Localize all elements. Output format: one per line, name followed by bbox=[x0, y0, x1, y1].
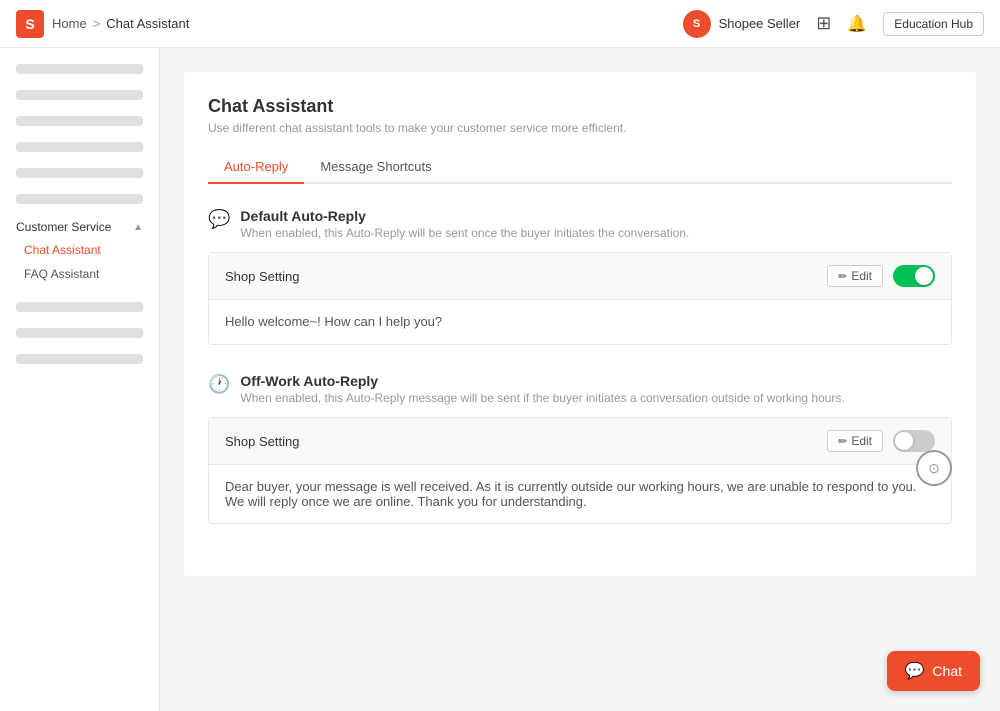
breadcrumb: Home > Chat Assistant bbox=[52, 16, 189, 31]
off-work-edit-button[interactable]: ✏ Edit bbox=[827, 430, 883, 452]
off-work-toggle[interactable] bbox=[893, 430, 935, 452]
default-edit-button[interactable]: ✏ Edit bbox=[827, 265, 883, 287]
default-shop-setting-header: Shop Setting ✏ Edit bbox=[209, 253, 951, 300]
edit-icon: ✏ bbox=[838, 270, 847, 283]
off-work-shop-setting-header: Shop Setting ✏ Edit bbox=[209, 418, 951, 465]
sidebar-item-faq-assistant[interactable]: FAQ Assistant bbox=[0, 262, 159, 286]
sidebar-item-blurred-1[interactable] bbox=[0, 56, 159, 82]
sidebar-item-blurred-3[interactable] bbox=[0, 108, 159, 134]
section-text: Default Auto-Reply When enabled, this Au… bbox=[240, 208, 689, 240]
default-auto-reply-desc: When enabled, this Auto-Reply will be se… bbox=[240, 226, 689, 240]
default-shop-setting-controls: ✏ Edit bbox=[827, 265, 935, 287]
off-work-auto-reply-header: 🕐 Off-Work Auto-Reply When enabled, this… bbox=[208, 373, 952, 405]
edit-icon-2: ✏ bbox=[838, 435, 847, 448]
chat-float-button[interactable]: 💬 Chat bbox=[887, 651, 981, 691]
sidebar-item-blurred-9[interactable] bbox=[0, 346, 159, 372]
off-work-section-text: Off-Work Auto-Reply When enabled, this A… bbox=[240, 373, 844, 405]
grid-icon[interactable]: ⊞ bbox=[816, 13, 831, 34]
page-title: Chat Assistant bbox=[208, 96, 952, 117]
off-work-auto-reply-desc: When enabled, this Auto-Reply message wi… bbox=[240, 391, 844, 405]
default-toggle[interactable] bbox=[893, 265, 935, 287]
off-work-auto-reply-title: Off-Work Auto-Reply bbox=[240, 373, 844, 389]
tab-message-shortcuts[interactable]: Message Shortcuts bbox=[304, 151, 447, 184]
shopee-logo: S bbox=[16, 10, 44, 38]
default-shop-setting-title: Shop Setting bbox=[225, 269, 299, 284]
message-icon: 💬 bbox=[208, 209, 230, 230]
sidebar-item-chat-assistant[interactable]: Chat Assistant bbox=[0, 238, 159, 262]
tab-auto-reply[interactable]: Auto-Reply bbox=[208, 151, 304, 184]
off-work-message-text: Dear buyer, your message is well receive… bbox=[225, 479, 917, 509]
sidebar-item-blurred-2[interactable] bbox=[0, 82, 159, 108]
off-work-shop-setting-box: Shop Setting ✏ Edit bbox=[208, 417, 952, 524]
off-work-shop-setting-title: Shop Setting bbox=[225, 434, 299, 449]
default-auto-reply-header: 💬 Default Auto-Reply When enabled, this … bbox=[208, 208, 952, 240]
chevron-up-icon: ▲ bbox=[133, 222, 143, 233]
main-content: Chat Assistant Use different chat assist… bbox=[160, 48, 1000, 711]
breadcrumb-home[interactable]: Home bbox=[52, 16, 87, 31]
page-subtitle: Use different chat assistant tools to ma… bbox=[208, 121, 952, 135]
tabs: Auto-Reply Message Shortcuts bbox=[208, 151, 952, 184]
default-message-text: Hello welcome~! How can I help you? bbox=[225, 314, 442, 329]
default-shop-setting-box: Shop Setting ✏ Edit bbox=[208, 252, 952, 345]
off-work-message-body: Dear buyer, your message is well receive… bbox=[209, 465, 951, 523]
customer-service-label: Customer Service bbox=[16, 220, 111, 234]
sidebar-item-blurred-6[interactable] bbox=[0, 186, 159, 212]
off-work-auto-reply-section: 🕐 Off-Work Auto-Reply When enabled, this… bbox=[208, 373, 952, 524]
default-auto-reply-section: 💬 Default Auto-Reply When enabled, this … bbox=[208, 208, 952, 345]
headset-icon: ⊙ bbox=[928, 460, 940, 477]
support-icon[interactable]: ⊙ bbox=[916, 450, 952, 486]
off-work-toggle-slider bbox=[893, 430, 935, 452]
default-message-body: Hello welcome~! How can I help you? bbox=[209, 300, 951, 344]
sidebar-item-blurred-4[interactable] bbox=[0, 134, 159, 160]
sidebar-item-blurred-5[interactable] bbox=[0, 160, 159, 186]
sidebar-item-blurred-7[interactable] bbox=[0, 294, 159, 320]
header: S Home > Chat Assistant S Shopee Seller … bbox=[0, 0, 1000, 48]
seller-avatar: S bbox=[683, 10, 711, 38]
header-left: S Home > Chat Assistant bbox=[16, 10, 189, 38]
breadcrumb-separator: > bbox=[93, 16, 101, 31]
sidebar-section-customer-service[interactable]: Customer Service ▲ bbox=[0, 212, 159, 238]
app-layout: Customer Service ▲ Chat Assistant FAQ As… bbox=[0, 0, 1000, 711]
default-auto-reply-title: Default Auto-Reply bbox=[240, 208, 689, 224]
sidebar: Customer Service ▲ Chat Assistant FAQ As… bbox=[0, 48, 160, 711]
breadcrumb-current: Chat Assistant bbox=[106, 16, 189, 31]
seller-name: Shopee Seller bbox=[719, 16, 801, 31]
sidebar-item-blurred-8[interactable] bbox=[0, 320, 159, 346]
chat-float-icon: 💬 bbox=[905, 661, 925, 681]
chat-float-label: Chat bbox=[932, 663, 962, 679]
off-work-shop-setting-controls: ✏ Edit bbox=[827, 430, 935, 452]
clock-icon: 🕐 bbox=[208, 374, 230, 395]
header-right: S Shopee Seller ⊞ 🔔 Education Hub bbox=[683, 10, 984, 38]
education-hub-button[interactable]: Education Hub bbox=[883, 12, 984, 36]
default-toggle-slider bbox=[893, 265, 935, 287]
content-card: Chat Assistant Use different chat assist… bbox=[184, 72, 976, 576]
bell-icon[interactable]: 🔔 bbox=[847, 14, 867, 34]
